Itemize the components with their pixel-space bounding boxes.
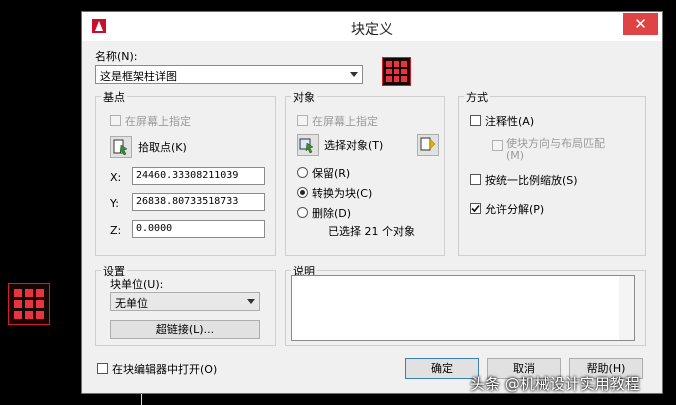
convert-to-block-label: 转换为块(C) — [312, 187, 373, 200]
block-unit-value: 无单位 — [115, 297, 148, 310]
block-unit-select[interactable]: 无单位 — [110, 292, 260, 311]
block-unit-label: 块单位(U): — [110, 278, 164, 291]
pick-point-button[interactable] — [110, 136, 132, 158]
y-field[interactable]: 26838.80733518733 — [132, 193, 265, 211]
convert-to-block-radio[interactable] — [297, 187, 308, 198]
open-in-editor-label: 在块编辑器中打开(O) — [112, 363, 218, 376]
allow-exploding-checkbox[interactable] — [470, 203, 481, 214]
base-specify-on-screen-label: 在屏幕上指定 — [125, 115, 191, 128]
open-in-editor-checkbox[interactable] — [97, 363, 108, 374]
name-label: 名称(N): — [95, 50, 138, 63]
ok-button[interactable]: 确定 — [405, 358, 479, 379]
name-combobox[interactable]: 这是框架柱详图 — [95, 65, 363, 84]
retain-label: 保留(R) — [312, 167, 351, 180]
objects-specify-on-screen-label: 在屏幕上指定 — [312, 115, 378, 128]
block-definition-dialog: 块定义 ✕ 名称(N): 这是框架柱详图 基点 在屏幕上指定 拾取点(K) X:… — [81, 11, 663, 394]
z-field[interactable]: 0.0000 — [132, 220, 265, 238]
select-objects-icon — [299, 138, 314, 154]
selected-count-text: 已选择 21 个对象 — [328, 225, 415, 238]
checkmark-icon — [471, 204, 480, 213]
description-scrollbar[interactable] — [619, 276, 634, 340]
description-textarea[interactable] — [291, 275, 635, 341]
dialog-title: 块定义 — [351, 22, 393, 38]
hyperlink-button[interactable]: 超链接(L)... — [110, 320, 260, 339]
base-point-legend: 基点 — [101, 89, 127, 105]
objects-legend: 对象 — [291, 89, 317, 105]
scale-uniformly-checkbox[interactable] — [470, 174, 481, 185]
x-field[interactable]: 24460.33308211039 — [132, 167, 265, 185]
delete-label: 删除(D) — [312, 207, 352, 220]
quick-select-button[interactable] — [417, 134, 439, 156]
pick-point-label: 拾取点(K) — [138, 141, 187, 154]
base-specify-on-screen-checkbox[interactable] — [110, 115, 121, 126]
y-label: Y: — [110, 197, 119, 210]
select-objects-button[interactable] — [297, 134, 319, 156]
z-label: Z: — [110, 224, 122, 237]
block-preview-icon — [382, 57, 411, 86]
quick-select-icon — [420, 137, 436, 151]
pick-point-icon — [113, 139, 128, 156]
canvas-block-thumbnail — [8, 283, 50, 325]
match-orientation-checkbox[interactable] — [492, 140, 503, 151]
annotative-label: 注释性(A) — [485, 115, 535, 128]
behavior-legend: 方式 — [464, 89, 490, 105]
chevron-down-icon — [247, 299, 255, 304]
canvas-line — [141, 394, 142, 405]
close-button[interactable]: ✕ — [623, 13, 658, 35]
name-value: 这是框架柱详图 — [100, 70, 177, 83]
watermark-text: 头条 @机械设计实用教程 — [470, 375, 640, 393]
annotative-checkbox[interactable] — [470, 115, 481, 126]
scale-uniformly-label: 按统一比例缩放(S) — [485, 174, 578, 187]
allow-exploding-label: 允许分解(P) — [485, 203, 545, 216]
chevron-down-icon — [350, 72, 358, 77]
delete-radio[interactable] — [297, 207, 308, 218]
objects-specify-on-screen-checkbox[interactable] — [297, 115, 308, 126]
title-bar: 块定义 ✕ — [82, 12, 662, 41]
retain-radio[interactable] — [297, 167, 308, 178]
select-objects-label: 选择对象(T) — [324, 139, 384, 152]
x-label: X: — [110, 171, 122, 184]
match-orientation-label: 使块方向与布局匹配(M) — [506, 137, 605, 162]
